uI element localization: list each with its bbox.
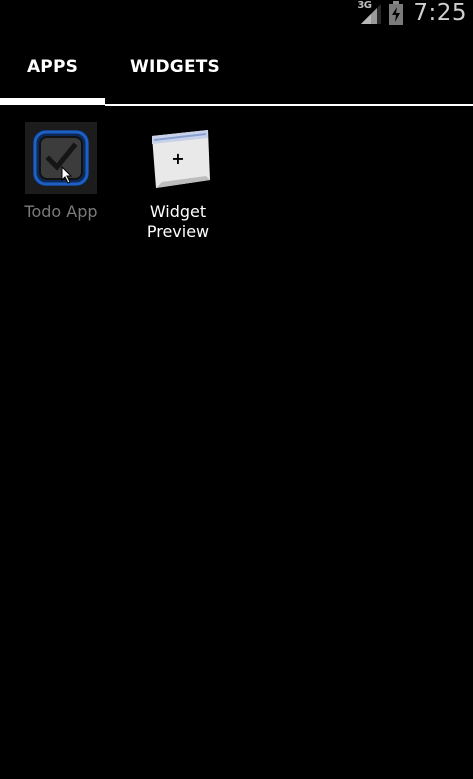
tab-apps[interactable]: APPS — [0, 26, 105, 107]
tab-widgets[interactable]: WIDGETS — [105, 26, 245, 107]
svg-text:+: + — [171, 149, 184, 168]
app-label-widget-preview-line: Preview — [146, 222, 210, 241]
app-label-widget-preview-line: Widget — [149, 202, 207, 221]
tab-selected-indicator — [0, 98, 105, 105]
widget-preview-icon: + — [142, 122, 214, 194]
mouse-cursor-icon — [61, 166, 73, 184]
app-label-todo: Todo App — [24, 202, 98, 221]
tab-bar: APPS WIDGETS — [0, 26, 473, 107]
signal-bars-icon: 3G — [357, 0, 383, 25]
battery-charging-icon — [389, 1, 404, 25]
app-label-widget-preview: Widget Preview — [119, 202, 237, 242]
app-drawer-screen: 3G 7:25 APPS WIDGETS Todo App + Widget P… — [0, 0, 473, 779]
clock: 7:25 — [413, 0, 467, 26]
app-tile-widget-preview[interactable]: + Widget Preview — [119, 122, 237, 242]
status-bar: 3G 7:25 — [0, 0, 473, 26]
status-icons: 3G 7:25 — [357, 0, 467, 26]
tab-divider — [105, 104, 473, 106]
